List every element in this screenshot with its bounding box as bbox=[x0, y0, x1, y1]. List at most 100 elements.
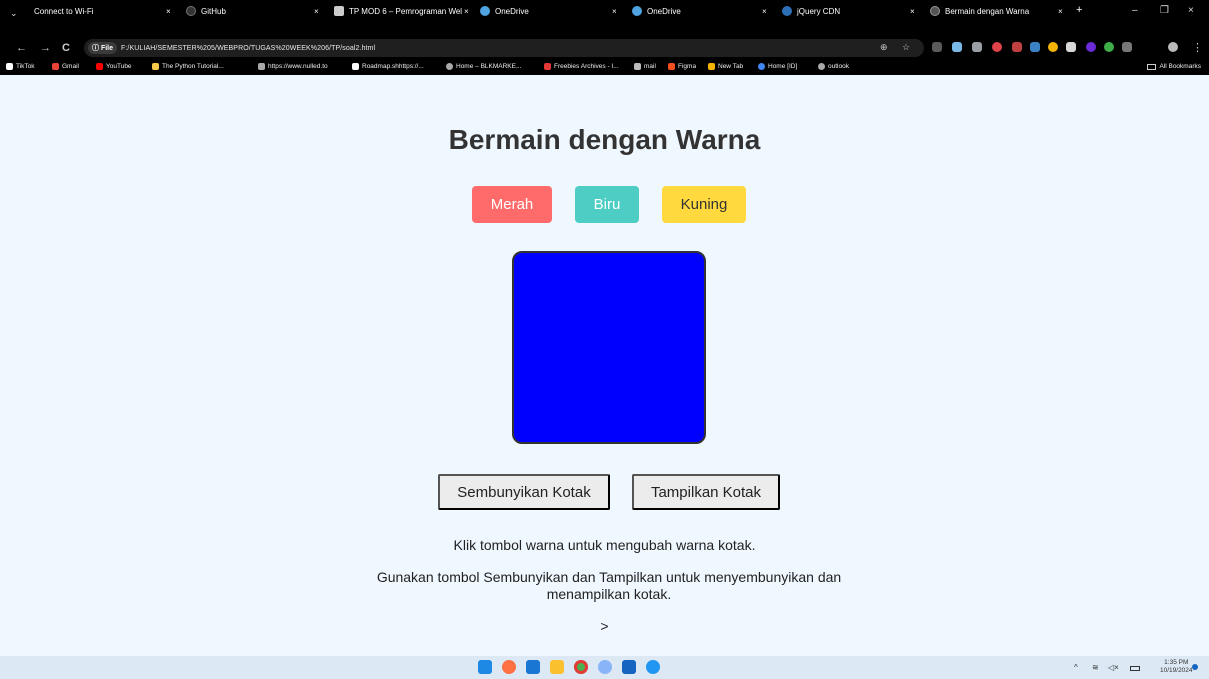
file-chip-label: File bbox=[100, 45, 114, 52]
battery-icon[interactable] bbox=[1130, 666, 1140, 671]
bookmark-label: Figma bbox=[678, 63, 697, 70]
tab-github[interactable]: GitHub bbox=[186, 5, 226, 17]
link-icon bbox=[258, 63, 265, 70]
color-box bbox=[512, 251, 706, 444]
settings-icon[interactable] bbox=[598, 660, 612, 674]
bookmark-mail[interactable]: mail bbox=[634, 63, 656, 70]
tab-label: Connect to Wi-Fi bbox=[34, 6, 94, 16]
url-text[interactable]: F:/KULIAH/SEMESTER%205/WEBPRO/TUGAS%20WE… bbox=[121, 45, 375, 52]
tab-label: TP MOD 6 – Pemrograman Wel bbox=[349, 6, 463, 16]
new-tab-plus-icon[interactable]: + bbox=[1076, 4, 1082, 16]
profile-avatar-icon[interactable] bbox=[1168, 42, 1178, 52]
windows-start-icon[interactable] bbox=[478, 660, 492, 674]
bookmarks-bar: TikTok Gmail YouTube The Python Tutorial… bbox=[0, 60, 1209, 75]
store-icon[interactable] bbox=[622, 660, 636, 674]
window-close-icon[interactable]: × bbox=[1188, 5, 1194, 16]
bookmark-python-tutorial[interactable]: The Python Tutorial... bbox=[152, 63, 224, 70]
address-bar[interactable]: ⓘ File F:/KULIAH/SEMESTER%205/WEBPRO/TUG… bbox=[84, 39, 924, 57]
hide-box-button[interactable]: Sembunyikan Kotak bbox=[438, 474, 610, 510]
youtube-icon bbox=[96, 63, 103, 70]
notification-bell-icon[interactable] bbox=[1192, 664, 1198, 670]
red-color-button[interactable]: Merah bbox=[472, 186, 552, 223]
back-arrow-icon[interactable]: ← bbox=[16, 42, 27, 54]
volume-muted-icon[interactable]: ◁× bbox=[1108, 663, 1119, 672]
extension-icon[interactable] bbox=[972, 42, 982, 52]
bookmark-roadmap[interactable]: Roadmap.shhttps://... bbox=[352, 63, 424, 70]
extension-icon[interactable] bbox=[1086, 42, 1096, 52]
tab-jquery-cdn[interactable]: jQuery CDN bbox=[782, 5, 840, 17]
bookmark-label: New Tab bbox=[718, 63, 744, 70]
whatsapp-icon[interactable] bbox=[646, 660, 660, 674]
gmail-icon bbox=[52, 63, 59, 70]
bookmark-nulled[interactable]: https://www.nulled.to bbox=[258, 63, 328, 70]
bookmark-figma[interactable]: Figma bbox=[668, 63, 696, 70]
menu-kebab-icon[interactable]: ⋮ bbox=[1192, 42, 1203, 54]
bookmark-label: Home [ID] bbox=[768, 63, 798, 70]
yellow-color-button[interactable]: Kuning bbox=[662, 186, 746, 223]
tab-search-chevron-icon[interactable]: ⌄ bbox=[10, 8, 18, 19]
extension-icon[interactable] bbox=[932, 42, 942, 52]
globe-icon bbox=[818, 63, 825, 70]
bookmark-label: mail bbox=[644, 63, 656, 70]
bookmark-freebies[interactable]: Freebies Archives - I... bbox=[544, 63, 619, 70]
bookmark-gmail[interactable]: Gmail bbox=[52, 63, 79, 70]
extension-icon[interactable] bbox=[1104, 42, 1114, 52]
bookmark-tiktok[interactable]: TikTok bbox=[6, 63, 35, 70]
tab-close-icon[interactable]: × bbox=[910, 5, 915, 17]
bookmark-home-id[interactable]: Home [ID] bbox=[758, 63, 797, 70]
extension-icon[interactable] bbox=[952, 42, 962, 52]
zoom-icon[interactable]: ⊕ bbox=[880, 42, 888, 53]
extension-icon[interactable] bbox=[1048, 42, 1058, 52]
extension-icon[interactable] bbox=[1066, 42, 1076, 52]
all-bookmarks-label: All Bookmarks bbox=[1159, 63, 1201, 70]
restore-icon[interactable]: ❐ bbox=[1160, 5, 1169, 16]
extension-icon[interactable] bbox=[1012, 42, 1022, 52]
extension-icon[interactable] bbox=[1030, 42, 1040, 52]
minimize-icon[interactable]: – bbox=[1132, 5, 1138, 16]
bookmark-label: Roadmap.shhttps://... bbox=[362, 63, 424, 70]
tab-close-icon[interactable]: × bbox=[464, 5, 469, 17]
tab-label: OneDrive bbox=[647, 6, 681, 16]
tab-tp-mod-6[interactable]: TP MOD 6 – Pemrograman Wel bbox=[334, 5, 462, 17]
bookmark-label: YouTube bbox=[106, 63, 132, 70]
tab-onedrive-2[interactable]: OneDrive bbox=[632, 5, 681, 17]
extension-icon[interactable] bbox=[992, 42, 1002, 52]
bookmark-new-tab[interactable]: New Tab bbox=[708, 63, 743, 70]
tab-close-icon[interactable]: × bbox=[314, 5, 319, 17]
tab-close-icon[interactable]: × bbox=[612, 5, 617, 17]
vscode-icon[interactable] bbox=[526, 660, 540, 674]
tab-close-icon[interactable]: × bbox=[762, 5, 767, 17]
system-clock[interactable]: 1:35 PM 10/19/2024 bbox=[1160, 659, 1193, 675]
tab-bermain-dengan-warna[interactable]: Bermain dengan Warna bbox=[930, 5, 1029, 17]
bookmark-youtube[interactable]: YouTube bbox=[96, 63, 132, 70]
bookmark-label: Gmail bbox=[62, 63, 79, 70]
tab-close-icon[interactable]: × bbox=[166, 5, 171, 17]
bookmark-blkmarke[interactable]: Home – BLKMARKE... bbox=[446, 63, 521, 70]
wifi-icon[interactable]: ≋ bbox=[1092, 663, 1099, 672]
app-icon[interactable] bbox=[502, 660, 516, 674]
tab-label: GitHub bbox=[201, 6, 226, 16]
doc-icon bbox=[334, 6, 344, 16]
tab-connect-wifi[interactable]: Connect to Wi-Fi bbox=[34, 5, 94, 17]
new-tab-icon bbox=[708, 63, 715, 70]
extensions-puzzle-icon[interactable] bbox=[1122, 42, 1132, 52]
bookmark-outlook[interactable]: outlook bbox=[818, 63, 849, 70]
forward-arrow-icon[interactable]: → bbox=[40, 42, 51, 54]
show-box-button[interactable]: Tampilkan Kotak bbox=[632, 474, 780, 510]
tab-label: jQuery CDN bbox=[797, 6, 841, 16]
tray-chevron-icon[interactable]: ^ bbox=[1074, 663, 1078, 672]
python-icon bbox=[152, 63, 159, 70]
chrome-icon[interactable] bbox=[574, 660, 588, 674]
tab-close-icon[interactable]: × bbox=[1058, 5, 1063, 17]
all-bookmarks-folder[interactable]: All Bookmarks bbox=[1147, 63, 1201, 70]
bookmark-star-icon[interactable]: ☆ bbox=[902, 42, 910, 53]
file-info-chip[interactable]: ⓘ File bbox=[88, 42, 118, 54]
blue-color-button[interactable]: Biru bbox=[575, 186, 639, 223]
stray-text: > bbox=[600, 618, 609, 634]
tiktok-icon bbox=[6, 63, 13, 70]
reload-icon[interactable]: C bbox=[62, 42, 70, 54]
tab-onedrive-1[interactable]: OneDrive bbox=[480, 5, 529, 17]
jquery-icon bbox=[782, 6, 792, 16]
file-explorer-icon[interactable] bbox=[550, 660, 564, 674]
freebies-icon bbox=[544, 63, 551, 70]
